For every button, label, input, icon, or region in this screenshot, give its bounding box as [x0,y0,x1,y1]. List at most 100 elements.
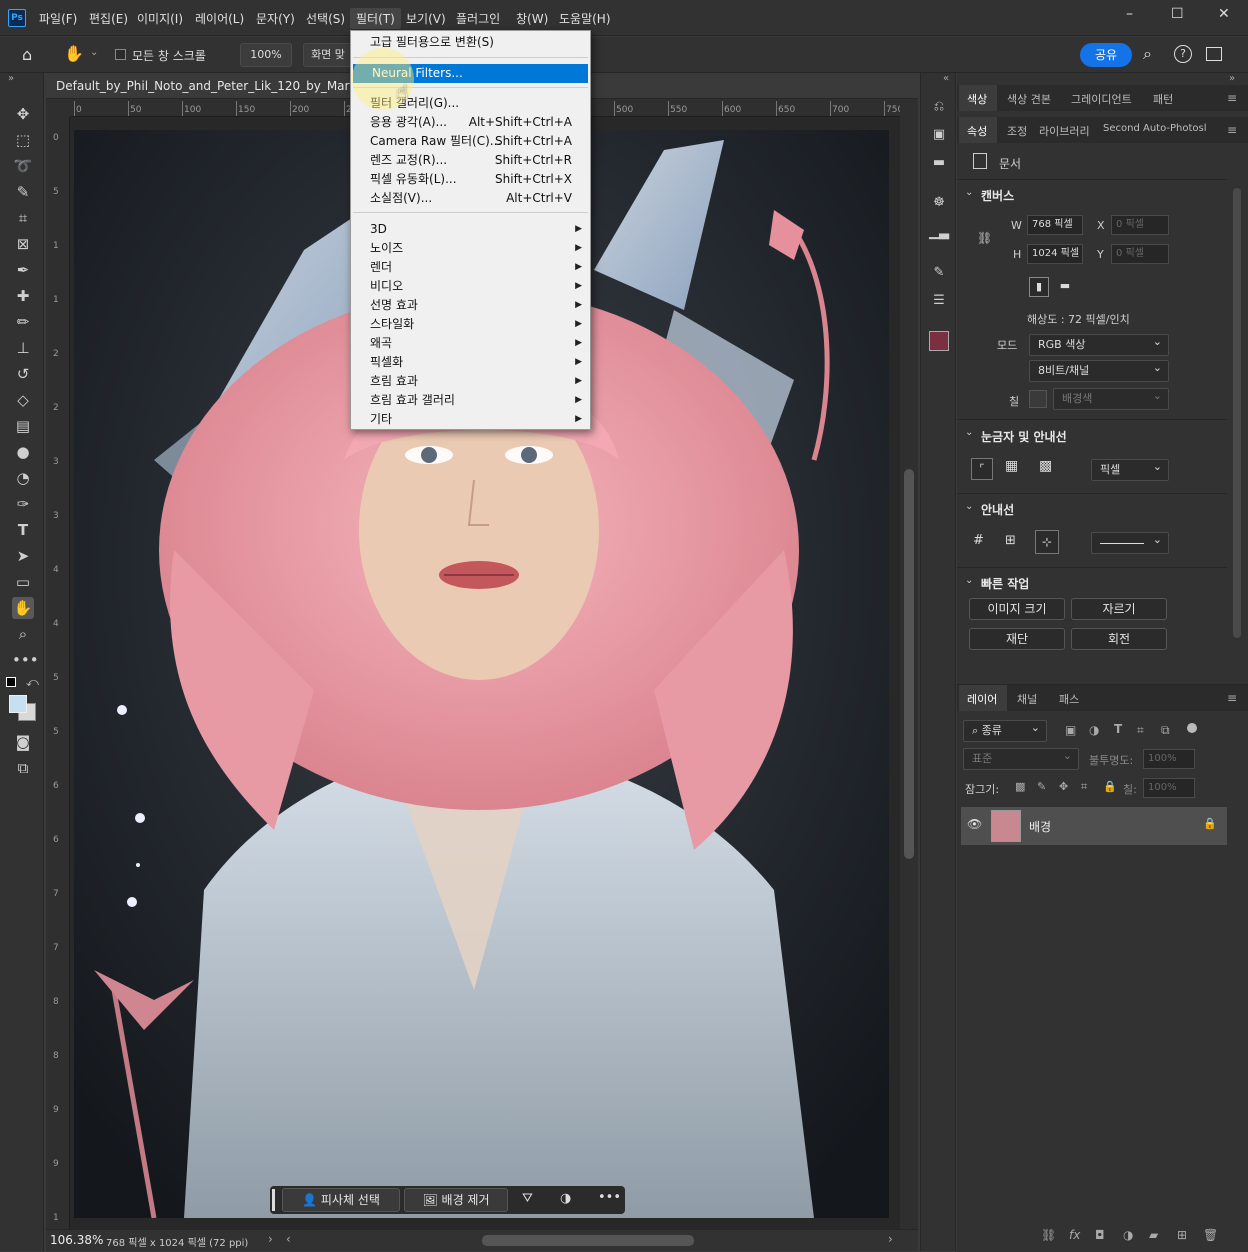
filter-menu-item[interactable]: 응용 광각(A)... Alt+Shift+Ctrl+A [351,113,590,132]
histogram-panel-icon[interactable]: ▁▃ [929,223,949,243]
quick-mask-icon[interactable]: ◙ [12,731,34,753]
smart-object-filter-icon[interactable]: ⧉ [1161,723,1170,738]
lock-artboard-icon[interactable]: ⌗ [1081,780,1087,794]
lock-position-icon[interactable]: ✥ [1059,780,1068,793]
transform-icon[interactable]: ⛛ [522,1191,533,1206]
adjust-sliders-icon[interactable]: ☰ [929,291,949,311]
path-selection-tool-icon[interactable]: ➤ [12,545,34,567]
swap-colors-icon[interactable]: ⤺ [26,675,39,690]
mode-dropdown[interactable]: RGB 색상 [1029,332,1169,356]
close-icon[interactable]: ✕ [1218,6,1230,22]
opacity-field[interactable]: 100% [1143,749,1195,769]
menu-window[interactable]: 창(W) [516,10,548,27]
crop-button[interactable]: 자르기 [1071,598,1167,620]
horizontal-scroll-thumb[interactable] [482,1235,694,1246]
landscape-orientation-icon[interactable]: ▬ [1055,277,1075,297]
layer-filter-dropdown[interactable]: ⌕ 종류 [963,718,1047,742]
rotate-button[interactable]: 회전 [1071,628,1167,650]
filter-menu-item[interactable]: 노이즈 ▶ [351,239,590,258]
zoom-status[interactable]: 106.38% [50,1233,103,1247]
zoom-100-button[interactable]: 100% [240,43,292,67]
new-adjustment-icon[interactable]: ◑ [1123,1228,1133,1242]
filter-menu-item[interactable]: Camera Raw 필터(C)... Shift+Ctrl+A [351,132,590,151]
adjustment-filter-icon[interactable]: ◑ [1089,723,1099,737]
marquee-tool-icon[interactable]: ⬚ [12,129,34,151]
filter-menu-item[interactable]: 선명 효과 ▶ [351,296,590,315]
tab-swatches[interactable]: 색상 견본 [1007,91,1051,107]
blend-mode-dropdown[interactable]: 표준 [963,746,1079,770]
smart-guides-icon[interactable]: ⊹ [1035,530,1059,554]
filter-menu-item[interactable]: 흐림 효과 ▶ [351,372,590,391]
move-tool-icon[interactable]: ✥ [12,103,34,125]
guides-chevron-icon[interactable]: ⌄ [965,501,973,512]
eraser-tool-icon[interactable]: ◇ [12,389,34,411]
tab-channels[interactable]: 채널 [1017,691,1037,707]
trim-button[interactable]: 재단 [969,628,1065,650]
canvas-chevron-icon[interactable]: ⌄ [965,187,973,198]
crop-tool-icon[interactable]: ⌗ [12,207,34,229]
history-panel-icon[interactable]: ⎌ [929,97,949,117]
tab-gradients[interactable]: 그레이디언트 [1071,91,1132,107]
filter-menu-item[interactable]: 고급 필터용으로 변환(S) [351,33,590,52]
fit-screen-button[interactable]: 화면 맞 [303,43,353,67]
guide-icon[interactable]: # [973,533,984,548]
home-icon[interactable]: ⌂ [22,45,32,64]
menu-plugins[interactable]: 플러그인 [456,10,500,27]
more-options-icon[interactable]: ••• [598,1190,621,1205]
eyedropper-tool-icon[interactable]: ✒ [12,259,34,281]
rulers-icon[interactable]: ⌜ [971,458,993,480]
filter-menu-item[interactable]: 비디오 ▶ [351,277,590,296]
filter-menu-item[interactable]: 렌즈 교정(R)... Shift+Ctrl+R [351,151,590,170]
collapse-panels-icon[interactable]: « [943,73,949,84]
comments-panel-icon[interactable]: ▬ [929,153,949,173]
tab-libraries[interactable]: 라이브러리 [1039,123,1090,139]
menu-help[interactable]: 도움말(H) [559,10,611,27]
dodge-tool-icon[interactable]: ◔ [12,467,34,489]
y-field[interactable]: 0 픽셀 [1111,244,1169,264]
pen-tool-icon[interactable]: ✑ [12,493,34,515]
tab-adjustments[interactable]: 조정 [1007,123,1027,139]
filter-toggle-icon[interactable] [1187,723,1197,733]
plugin-thumbnail-icon[interactable] [929,331,949,351]
menu-file[interactable]: 파일(F) [39,10,77,27]
fill-swatch[interactable] [1029,390,1047,408]
link-layers-icon[interactable]: ⛓ [1041,1228,1056,1242]
filter-menu-item[interactable]: 렌더 ▶ [351,258,590,277]
clone-stamp-tool-icon[interactable]: ⊥ [12,337,34,359]
tab-plugin[interactable]: Second Auto-Photosl [1103,123,1209,134]
filter-menu-item[interactable]: 스타일화 ▶ [351,315,590,334]
link-icon[interactable]: ⛓ [977,231,992,245]
frame-tool-icon[interactable]: ⊠ [12,233,34,255]
layers-menu-icon[interactable]: ≡ [1227,691,1237,705]
filter-menu-item[interactable]: 픽셀 유동화(L)... Shift+Ctrl+X [351,170,590,189]
rulers-chevron-icon[interactable]: ⌄ [965,427,973,438]
vertical-scrollbar[interactable] [900,99,918,1229]
maximize-icon[interactable]: ☐ [1171,6,1184,22]
collapse-icon[interactable]: » [8,73,14,84]
lock-transparent-icon[interactable]: ▩ [1015,780,1025,793]
panel-menu-icon[interactable]: ≡ [1227,91,1237,105]
chevron-down-icon[interactable]: ⌄ [90,47,98,58]
visibility-eye-icon[interactable]: 👁 [967,817,982,831]
foreground-color-swatch[interactable] [9,695,27,713]
quick-select-tool-icon[interactable]: ✎ [12,181,34,203]
portrait-orientation-icon[interactable]: ▮ [1029,277,1049,297]
help-icon[interactable]: ? [1174,45,1192,63]
ruler-unit-dropdown[interactable]: 픽셀 [1091,457,1169,481]
pixel-grid-icon[interactable]: ▩ [1039,458,1052,474]
properties-menu-icon[interactable]: ≡ [1227,123,1237,137]
all-windows-checkbox[interactable] [115,49,126,60]
share-button[interactable]: 공유 [1080,43,1132,67]
scroll-left-icon[interactable]: ‹ [286,1232,291,1246]
add-mask-icon[interactable]: ◘ [1095,1228,1105,1242]
filter-menu-item[interactable]: 3D ▶ [351,220,590,239]
filter-menu-item[interactable]: 흐림 효과 갤러리 ▶ [351,391,590,410]
height-field[interactable]: 1024 픽셀 [1027,244,1083,264]
x-field[interactable]: 0 픽셀 [1111,215,1169,235]
new-layer-icon[interactable]: ⊞ [1177,1228,1187,1242]
pixel-filter-icon[interactable]: ▣ [1065,723,1076,737]
lock-pixels-icon[interactable]: ✎ [1037,780,1046,793]
select-subject-button[interactable]: 👤 피사체 선택 [282,1188,400,1212]
hand-tool-preset-icon[interactable]: ✋ [64,44,84,63]
guide-style-dropdown[interactable] [1091,530,1169,554]
